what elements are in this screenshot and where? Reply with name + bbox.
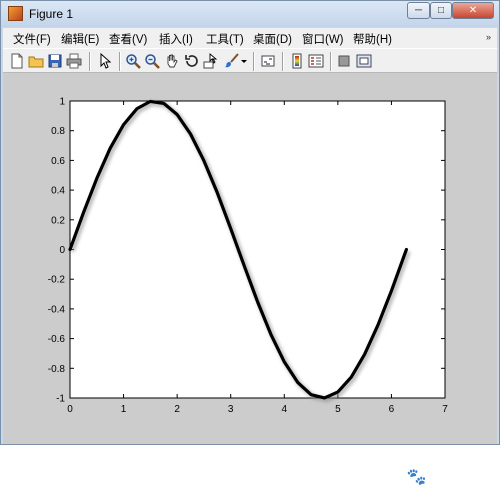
close-button[interactable]: ✕ [452, 2, 494, 19]
matlab-figure-icon [8, 6, 23, 21]
menu-help[interactable]: 帮助(H) [353, 31, 392, 47]
x-tick-label: 7 [442, 404, 448, 415]
baidu-watermark: Bai🐾 jingyan.baidu.com [375, 467, 440, 494]
x-tick-label: 3 [228, 404, 234, 415]
y-tick-label: 0.4 [51, 186, 65, 197]
link-plot-icon[interactable] [260, 53, 276, 69]
y-tick-label: -0.4 [48, 304, 66, 315]
toolbar-separator [330, 52, 332, 71]
y-tick-label: -0.6 [48, 334, 66, 345]
print-icon[interactable] [66, 53, 82, 69]
y-tick-label: -0.8 [48, 364, 66, 375]
zoom-out-icon[interactable] [144, 53, 160, 69]
figure-window: Figure 1 ─ □ ✕ 文件(F) 编辑(E) 查看(V) 插入(I) 工… [0, 0, 500, 494]
x-tick-label: 0 [67, 404, 73, 415]
save-icon[interactable] [47, 53, 63, 69]
colorbar-icon[interactable] [289, 53, 305, 69]
y-tick-label: 0.2 [51, 215, 65, 226]
toolbar-separator [119, 52, 121, 71]
x-tick-label: 4 [282, 404, 288, 415]
menu-edit[interactable]: 编辑(E) [61, 31, 99, 47]
toolbar-separator [253, 52, 255, 71]
x-tick-label: 5 [335, 404, 341, 415]
y-tick-label: 0.8 [51, 126, 65, 137]
y-tick-label: 0 [59, 245, 65, 256]
y-tick-label: -0.2 [48, 275, 66, 286]
hide-plot-tools-icon[interactable] [336, 53, 352, 69]
y-tick-label: 1 [59, 97, 65, 108]
x-tick-label: 1 [121, 404, 127, 415]
menu-file[interactable]: 文件(F) [13, 31, 51, 47]
pointer-icon[interactable] [97, 53, 113, 69]
rotate-3d-icon[interactable] [184, 53, 200, 69]
toolbar-separator [282, 52, 284, 71]
minimize-button[interactable]: ─ [407, 2, 430, 19]
brush-icon[interactable] [224, 53, 240, 69]
menu-view[interactable]: 查看(V) [109, 31, 147, 47]
double-arrow-icon[interactable]: » [486, 32, 491, 42]
y-tick-label: 0.6 [51, 156, 65, 167]
pan-hand-icon[interactable] [164, 53, 180, 69]
window-title: Figure 1 [29, 7, 74, 21]
title-bar[interactable]: Figure 1 ─ □ ✕ [1, 1, 499, 27]
menu-tools[interactable]: 工具(T) [206, 31, 244, 47]
menu-insert[interactable]: 插入(I) [159, 31, 193, 47]
show-plot-tools-icon[interactable] [356, 53, 372, 69]
brush-dropdown-icon[interactable] [240, 53, 248, 69]
x-tick-label: 2 [174, 404, 180, 415]
legend-icon[interactable] [308, 53, 324, 69]
figure-toolbar [3, 48, 497, 73]
x-tick-label: 6 [389, 404, 395, 415]
toolbar-separator [89, 52, 91, 71]
axes-background [69, 100, 446, 399]
new-file-icon[interactable] [9, 53, 25, 69]
maximize-button[interactable]: □ [430, 2, 452, 19]
menu-desktop[interactable]: 桌面(D) [253, 31, 292, 47]
y-tick-label: -1 [56, 394, 65, 405]
open-folder-icon[interactable] [28, 53, 44, 69]
menu-window[interactable]: 窗口(W) [302, 31, 344, 47]
menu-bar: 文件(F) 编辑(E) 查看(V) 插入(I) 工具(T) 桌面(D) 窗口(W… [3, 28, 497, 48]
zoom-in-icon[interactable] [125, 53, 141, 69]
data-cursor-icon[interactable] [203, 53, 219, 69]
figure-canvas[interactable]: 0 1 2 3 4 5 6 7 -1 -0.8 -0.6 -0.4 -0.2 0 0.2 0.4 0.6 0.8 1… [3, 73, 497, 494]
plot-axes[interactable]: 0 1 2 3 4 5 6 7 -1 -0.8 -0.6 -0.4 -0.2 0 0.2 0.4 0.6 0.8 1 [3, 73, 497, 444]
